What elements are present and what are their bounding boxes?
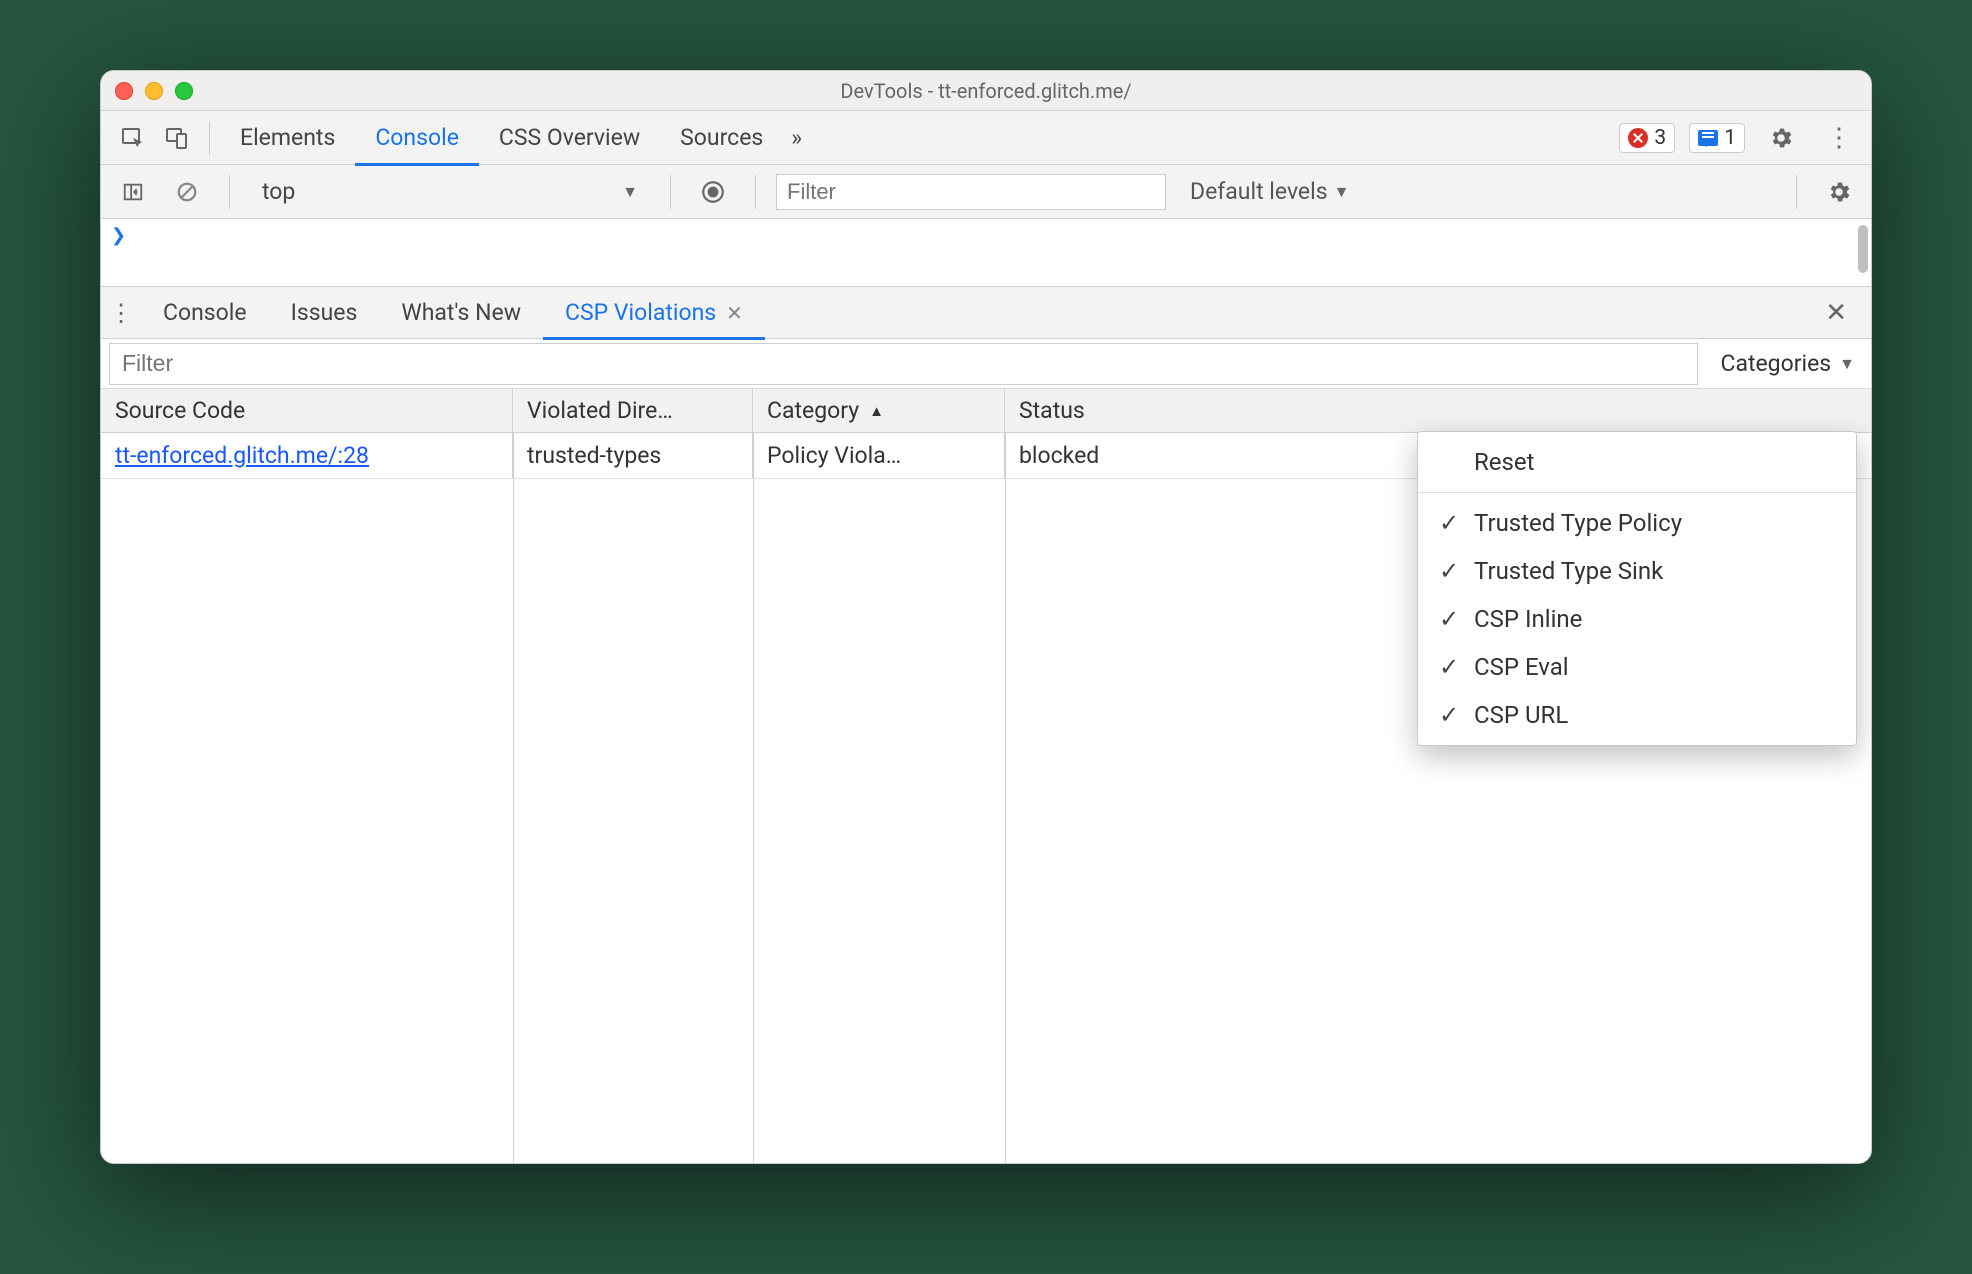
separator xyxy=(1796,175,1797,209)
separator xyxy=(755,175,756,209)
console-messages: ❯ xyxy=(101,219,1871,287)
separator xyxy=(229,175,230,209)
console-toolbar: top ▼ Default levels ▼ xyxy=(101,165,1871,219)
categories-dropdown[interactable]: Categories ▼ xyxy=(1704,350,1871,377)
settings-icon[interactable] xyxy=(1759,118,1803,158)
menu-item-csp-inline[interactable]: ✓CSP Inline xyxy=(1418,595,1856,643)
device-toggle-icon[interactable] xyxy=(155,118,199,158)
menu-item-csp-url[interactable]: ✓CSP URL xyxy=(1418,691,1856,739)
clear-console-icon[interactable] xyxy=(165,172,209,212)
menu-item-trusted-type-sink[interactable]: ✓Trusted Type Sink xyxy=(1418,547,1856,595)
console-sidebar-toggle-icon[interactable] xyxy=(111,172,155,212)
close-window-icon[interactable] xyxy=(115,82,133,100)
more-icon[interactable]: ⋮ xyxy=(1817,118,1861,158)
table-header: Source Code Violated Dire… Category ▲ St… xyxy=(101,389,1871,433)
window-controls xyxy=(115,82,193,100)
devtools-window: DevTools - tt-enforced.glitch.me/ Elemen… xyxy=(100,70,1872,1164)
console-filter-input[interactable] xyxy=(776,174,1166,210)
source-link[interactable]: tt-enforced.glitch.me/:28 xyxy=(115,442,369,469)
cell-category: Policy Viola… xyxy=(753,433,1005,478)
scrollbar[interactable] xyxy=(1858,225,1868,273)
col-directive[interactable]: Violated Dire… xyxy=(513,389,753,432)
violations-toolbar: Categories ▼ xyxy=(101,339,1871,389)
menu-item-csp-eval[interactable]: ✓CSP Eval xyxy=(1418,643,1856,691)
close-icon[interactable]: ✕ xyxy=(726,301,743,325)
messages-badge[interactable]: 1 xyxy=(1689,123,1745,153)
errors-badge[interactable]: 3 xyxy=(1619,123,1675,153)
categories-menu: Reset ✓Trusted Type Policy ✓Trusted Type… xyxy=(1417,431,1857,746)
tab-console[interactable]: Console xyxy=(355,111,479,165)
live-expression-icon[interactable] xyxy=(691,172,735,212)
cell-directive: trusted-types xyxy=(513,433,753,478)
check-icon: ✓ xyxy=(1438,701,1460,729)
prompt-icon: ❯ xyxy=(111,225,126,246)
violations-table: Source Code Violated Dire… Category ▲ St… xyxy=(101,389,1871,1164)
separator xyxy=(670,175,671,209)
drawer-tab-console[interactable]: Console xyxy=(141,287,269,339)
drawer-more-icon[interactable]: ⋮ xyxy=(101,299,141,327)
window-title: DevTools - tt-enforced.glitch.me/ xyxy=(101,79,1871,103)
log-levels-selector[interactable]: Default levels ▼ xyxy=(1176,178,1363,205)
separator xyxy=(209,121,210,155)
context-selector[interactable]: top ▼ xyxy=(250,174,650,210)
chevron-down-icon: ▼ xyxy=(1839,354,1855,374)
titlebar: DevTools - tt-enforced.glitch.me/ xyxy=(101,71,1871,111)
tabs-overflow[interactable]: » xyxy=(783,111,810,165)
tab-sources[interactable]: Sources xyxy=(660,111,783,165)
drawer-tab-issues[interactable]: Issues xyxy=(269,287,380,339)
check-icon: ✓ xyxy=(1438,509,1460,537)
error-icon xyxy=(1628,128,1648,148)
console-settings-icon[interactable] xyxy=(1817,172,1861,212)
minimize-window-icon[interactable] xyxy=(145,82,163,100)
check-icon: ✓ xyxy=(1438,653,1460,681)
inspect-icon[interactable] xyxy=(111,118,155,158)
check-icon: ✓ xyxy=(1438,557,1460,585)
col-category[interactable]: Category ▲ xyxy=(753,389,1005,432)
separator xyxy=(1418,492,1856,493)
message-icon xyxy=(1698,130,1718,146)
zoom-window-icon[interactable] xyxy=(175,82,193,100)
tab-css-overview[interactable]: CSS Overview xyxy=(479,111,660,165)
menu-item-trusted-type-policy[interactable]: ✓Trusted Type Policy xyxy=(1418,499,1856,547)
violations-filter-input[interactable] xyxy=(109,343,1698,385)
drawer-tab-csp-violations[interactable]: CSP Violations ✕ xyxy=(543,287,765,339)
menu-reset[interactable]: Reset xyxy=(1418,438,1856,486)
check-icon: ✓ xyxy=(1438,605,1460,633)
drawer-close-icon[interactable]: ✕ xyxy=(1807,298,1865,328)
col-status[interactable]: Status xyxy=(1005,389,1871,432)
drawer-tab-whatsnew[interactable]: What's New xyxy=(379,287,543,339)
chevron-down-icon: ▼ xyxy=(1334,182,1350,202)
col-source[interactable]: Source Code xyxy=(101,389,513,432)
tab-elements[interactable]: Elements xyxy=(220,111,355,165)
drawer-tabbar: ⋮ Console Issues What's New CSP Violatio… xyxy=(101,287,1871,339)
sort-asc-icon: ▲ xyxy=(869,402,884,420)
chevron-down-icon: ▼ xyxy=(622,182,638,202)
main-tabbar: Elements Console CSS Overview Sources » … xyxy=(101,111,1871,165)
